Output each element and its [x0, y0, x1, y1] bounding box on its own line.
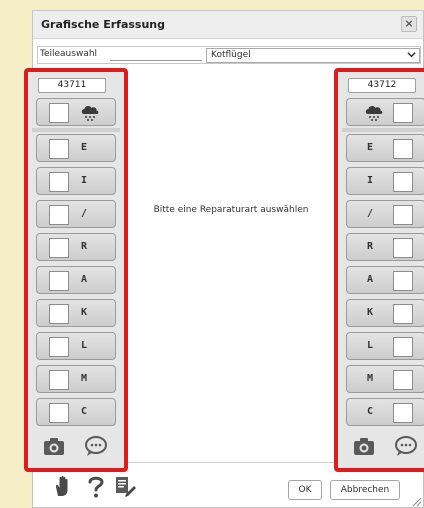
left-repair-type-label: / — [81, 208, 88, 219]
repair-type-hint: Bitte eine Reparaturart auswählen — [153, 205, 309, 215]
left-repair-type-checkbox[interactable] — [49, 403, 69, 423]
right-repair-type-label: R — [367, 241, 374, 252]
titlebar: Grafische Erfassung × — [33, 11, 423, 39]
right-hail-checkbox[interactable] — [393, 103, 413, 123]
left-repair-type-button[interactable]: I — [36, 167, 116, 195]
left-repair-type-checkbox[interactable] — [49, 172, 69, 192]
right-repair-type-label: / — [367, 208, 374, 219]
cancel-button[interactable]: Abbrechen — [330, 480, 400, 500]
right-repair-type-label: A — [367, 274, 374, 285]
right-repair-type-button[interactable]: A — [346, 266, 424, 294]
bottom-bar: OK Abbrechen — [40, 472, 424, 507]
part-selection-row: Teileauswahl Kotflügel — [37, 46, 421, 64]
right-repair-type-checkbox[interactable] — [393, 139, 413, 159]
left-repair-type-button[interactable]: K — [36, 299, 116, 327]
right-hail-button[interactable] — [346, 98, 424, 126]
right-repair-type-label: L — [367, 340, 374, 351]
left-hail-button[interactable] — [36, 98, 116, 126]
left-repair-type-checkbox[interactable] — [49, 139, 69, 159]
left-panel-id: 43711 — [38, 78, 106, 93]
left-repair-type-button[interactable]: L — [36, 332, 116, 360]
resize-grip-icon[interactable] — [410, 492, 422, 507]
help-icon[interactable] — [84, 474, 108, 500]
right-panel-id: 43712 — [348, 78, 416, 93]
part-select[interactable]: Kotflügel — [206, 48, 420, 63]
right-separator — [342, 128, 424, 132]
right-repair-type-button[interactable]: C — [346, 398, 424, 426]
left-panel: 43711 E I / R A K L M C — [24, 68, 128, 472]
left-repair-type-checkbox[interactable] — [49, 238, 69, 258]
right-repair-type-checkbox[interactable] — [393, 337, 413, 357]
left-repair-type-checkbox[interactable] — [49, 271, 69, 291]
left-repair-type-label: M — [81, 373, 88, 384]
left-repair-type-label: A — [81, 274, 88, 285]
right-repair-type-label: C — [367, 406, 374, 417]
right-repair-type-button[interactable]: R — [346, 233, 424, 261]
left-repair-type-button[interactable]: E — [36, 134, 116, 162]
left-repair-type-checkbox[interactable] — [49, 337, 69, 357]
left-repair-type-label: E — [81, 142, 88, 153]
right-repair-type-checkbox[interactable] — [393, 304, 413, 324]
left-repair-type-label: L — [81, 340, 88, 351]
right-repair-type-button[interactable]: K — [346, 299, 424, 327]
left-separator — [32, 128, 120, 132]
label-underline — [110, 60, 202, 61]
left-repair-type-label: C — [81, 406, 88, 417]
right-repair-type-button[interactable]: I — [346, 167, 424, 195]
part-selection-label: Teileauswahl — [40, 49, 98, 59]
left-repair-type-checkbox[interactable] — [49, 370, 69, 390]
right-repair-type-button[interactable]: / — [346, 200, 424, 228]
right-panel-footer — [342, 434, 424, 460]
left-panel-footer — [32, 434, 120, 460]
right-repair-type-label: M — [367, 373, 374, 384]
right-repair-type-checkbox[interactable] — [393, 172, 413, 192]
close-button[interactable]: × — [401, 16, 417, 32]
left-hail-checkbox[interactable] — [49, 103, 69, 123]
right-repair-type-button[interactable]: L — [346, 332, 424, 360]
ok-button[interactable]: OK — [288, 480, 322, 500]
left-repair-type-button[interactable]: C — [36, 398, 116, 426]
comment-icon[interactable] — [394, 435, 418, 457]
left-repair-type-label: R — [81, 241, 88, 252]
right-repair-type-label: E — [367, 142, 374, 153]
document-edit-icon[interactable] — [114, 474, 138, 500]
left-repair-type-checkbox[interactable] — [49, 205, 69, 225]
chevron-down-icon — [407, 50, 416, 62]
right-repair-type-checkbox[interactable] — [393, 403, 413, 423]
left-repair-type-label: K — [81, 307, 88, 318]
hand-pointer-icon[interactable] — [52, 474, 76, 500]
left-repair-type-button[interactable]: R — [36, 233, 116, 261]
part-select-value: Kotflügel — [211, 50, 251, 60]
right-repair-type-button[interactable]: M — [346, 365, 424, 393]
dialog-title: Grafische Erfassung — [41, 18, 165, 31]
right-repair-type-button[interactable]: E — [346, 134, 424, 162]
camera-icon[interactable] — [352, 435, 376, 457]
right-repair-type-checkbox[interactable] — [393, 271, 413, 291]
left-repair-type-label: I — [81, 175, 88, 186]
left-repair-type-button[interactable]: M — [36, 365, 116, 393]
camera-icon[interactable] — [42, 435, 66, 457]
right-repair-type-label: I — [367, 175, 374, 186]
hail-cloud-icon — [363, 102, 385, 124]
hail-cloud-icon — [79, 102, 101, 124]
right-repair-type-checkbox[interactable] — [393, 370, 413, 390]
comment-icon[interactable] — [84, 435, 108, 457]
right-repair-type-checkbox[interactable] — [393, 238, 413, 258]
right-repair-type-label: K — [367, 307, 374, 318]
right-repair-type-checkbox[interactable] — [393, 205, 413, 225]
left-repair-type-button[interactable]: A — [36, 266, 116, 294]
left-repair-type-checkbox[interactable] — [49, 304, 69, 324]
right-panel: 43712 E I / R A K L M C — [334, 68, 424, 472]
left-repair-type-button[interactable]: / — [36, 200, 116, 228]
